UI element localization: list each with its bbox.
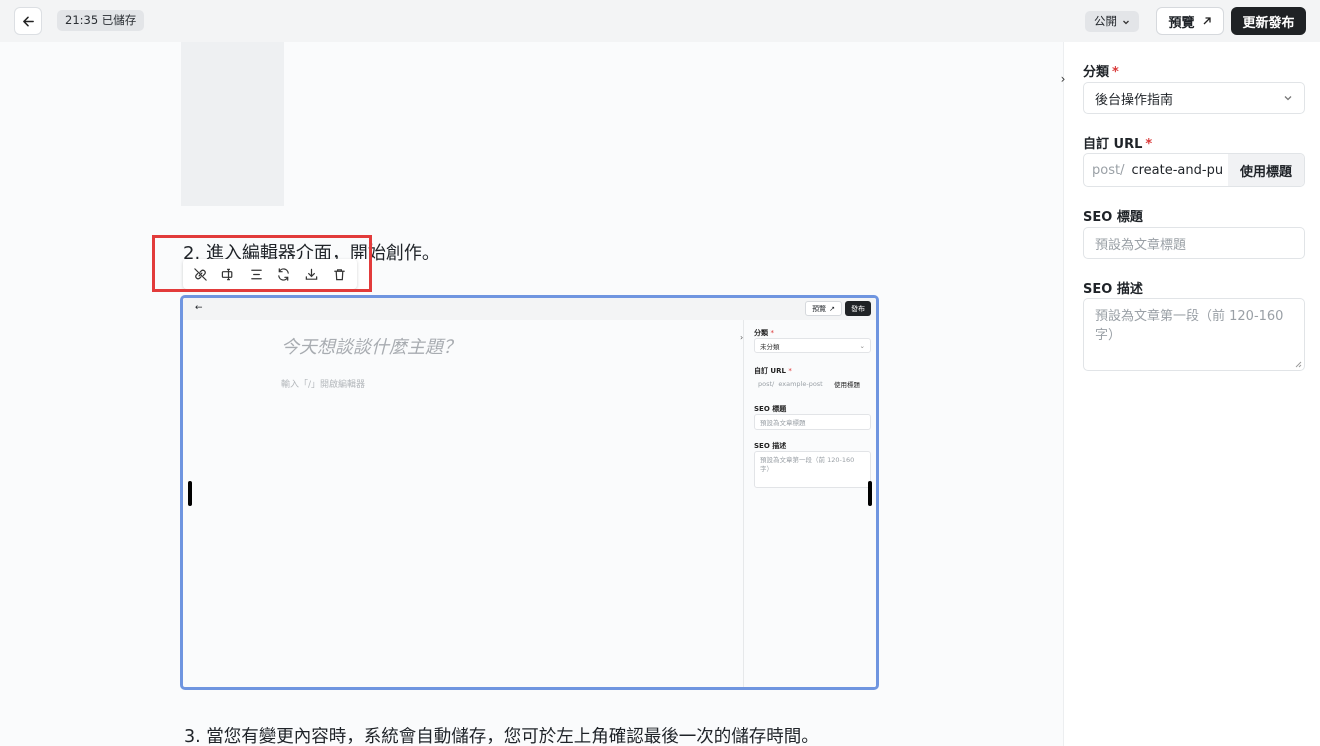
visibility-dropdown[interactable]: 公開 bbox=[1085, 11, 1139, 32]
seo-title-input[interactable]: 預設為文章標題 bbox=[1083, 227, 1305, 259]
resize-handle-left[interactable] bbox=[188, 481, 192, 506]
top-bar: 21:35 已儲存 公開 預覽 更新發布 bbox=[0, 0, 1320, 42]
mini-url-field: post/ example-post 使用標題 bbox=[754, 376, 871, 391]
custom-url-label: 自訂 URL * bbox=[1083, 137, 1153, 152]
back-button[interactable] bbox=[14, 7, 42, 35]
custom-url-field: post/ create-and-pub 使用標題 bbox=[1083, 153, 1305, 187]
mini-use-title-button: 使用標題 bbox=[834, 380, 860, 389]
mini-chevron-down-icon: ⌄ bbox=[859, 341, 865, 350]
resize-grip-icon[interactable] bbox=[1295, 361, 1302, 368]
mini-title-placeholder: 今天想談談什麼主題？ bbox=[281, 337, 461, 358]
preview-label: 預覽 bbox=[1168, 15, 1195, 31]
sidebar-collapse-chevron-icon[interactable]: › bbox=[1054, 70, 1072, 88]
resize-handle-right[interactable] bbox=[868, 481, 872, 506]
mini-publish-button: 發布 bbox=[845, 301, 871, 316]
chevron-down-icon bbox=[1284, 96, 1292, 101]
mini-seo-title-field: 預設為文章標題 bbox=[754, 414, 871, 430]
mini-editor-hint: 輸入「/」開啟編輯器 bbox=[281, 380, 366, 390]
url-prefix: post/ bbox=[1092, 162, 1125, 178]
mini-seo-title-label: SEO 標題 bbox=[754, 405, 787, 413]
mini-external-arrow-icon: ↗ bbox=[829, 304, 835, 313]
mini-category-select: 未分類 ⌄ bbox=[754, 338, 871, 353]
mini-seo-desc-field: 預設為文章第一段（前 120-160 字） bbox=[754, 451, 871, 488]
seo-description-label: SEO 描述 bbox=[1083, 282, 1143, 297]
arrow-left-icon bbox=[22, 16, 34, 26]
mini-preview-button: 預覽 ↗ bbox=[805, 301, 842, 316]
mini-topbar: ← 預覽 ↗ 發布 bbox=[183, 298, 876, 320]
use-title-button[interactable]: 使用標題 bbox=[1228, 154, 1304, 186]
seo-description-placeholder: 預設為文章第一段（前 120-160 字） bbox=[1095, 309, 1284, 343]
preview-button[interactable]: 預覽 bbox=[1156, 7, 1224, 35]
mini-preview-label: 預覽 bbox=[812, 304, 827, 313]
category-label: 分類 * bbox=[1083, 65, 1119, 80]
mini-category-label: 分類 * bbox=[754, 329, 774, 337]
chevron-down-icon bbox=[1123, 20, 1129, 24]
highlight-box bbox=[152, 235, 372, 292]
seo-title-label: SEO 標題 bbox=[1083, 210, 1143, 225]
mini-sidebar: › 分類 * 未分類 ⌄ 自訂 URL * post/ example-post … bbox=[740, 320, 876, 687]
mini-arrow-left-icon: ← bbox=[195, 303, 203, 313]
publish-button[interactable]: 更新發布 bbox=[1231, 7, 1306, 35]
visibility-label: 公開 bbox=[1094, 14, 1117, 28]
external-arrow-icon bbox=[1203, 17, 1211, 25]
save-status-badge: 21:35 已儲存 bbox=[57, 10, 145, 31]
image-placeholder bbox=[181, 42, 284, 206]
url-slug-input[interactable]: create-and-pub bbox=[1124, 163, 1222, 178]
mini-seo-desc-label: SEO 描述 bbox=[754, 442, 787, 450]
mini-url-label: 自訂 URL * bbox=[754, 367, 792, 375]
editor-canvas[interactable]: 2. 進入編輯器介面，開始創作。 ← 預覽 ↗ 發布 今天想談談什麼主題？ 輸入… bbox=[0, 42, 1063, 746]
category-select[interactable]: 後台操作指南 bbox=[1083, 82, 1305, 114]
step3-paragraph[interactable]: 3. 當您有變更內容時，系統會自動儲存，您可於左上角確認最後一次的儲存時間。 bbox=[184, 723, 819, 746]
seo-description-textarea[interactable]: 預設為文章第一段（前 120-160 字） bbox=[1083, 298, 1305, 371]
mini-chevron-right-icon: › bbox=[740, 333, 744, 342]
category-value: 後台操作指南 bbox=[1095, 92, 1174, 108]
embedded-screenshot[interactable]: ← 預覽 ↗ 發布 今天想談談什麼主題？ 輸入「/」開啟編輯器 › 分類 * 未… bbox=[180, 295, 879, 690]
